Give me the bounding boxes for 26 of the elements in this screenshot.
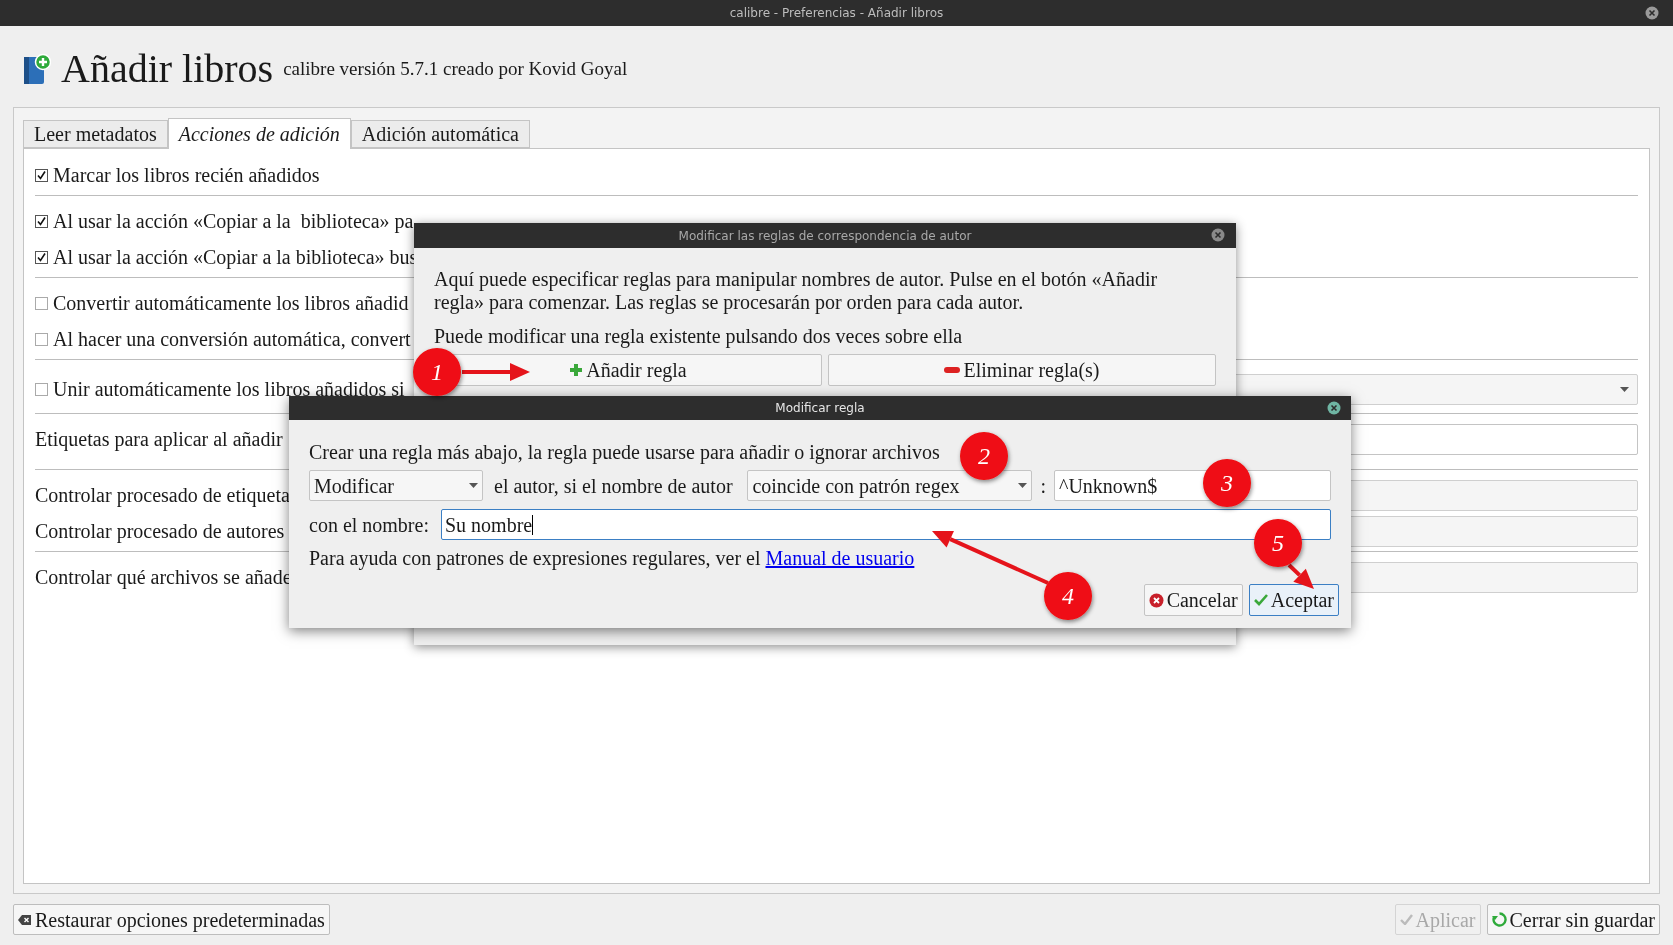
checkbox-label: Unir automáticamente los libros añadidos si: [53, 377, 405, 402]
step-callout: 3: [1203, 459, 1251, 507]
dialog-title: Modificar regla: [775, 400, 865, 417]
dialog-description: Crear una regla más abajo, la regla puede usarse para añadir o ignorar archivos: [309, 440, 940, 464]
step-callout: 4: [932, 530, 1092, 620]
option-label: Controlar qué archivos se añade: [35, 565, 292, 591]
window-title: calibre - Preferencias - Añadir libros: [729, 5, 944, 22]
checkbox-label: Al hacer una conversión automática, convert: [53, 327, 411, 352]
step-callout: 2: [960, 432, 1008, 480]
condition-label: el autor, si el nombre de autor: [494, 473, 733, 499]
dialog-hint: Puede modificar una regla existente pulsando dos veces sobre ella: [434, 325, 963, 348]
field-label: Etiquetas para aplicar al añadir: [35, 427, 283, 453]
checkbox-label: Al usar la acción «Copiar a la biblioteca» pa: [53, 209, 414, 235]
replace-label: con el nombre:: [309, 512, 429, 538]
separator-colon: :: [1040, 473, 1046, 499]
dialog-description: Aquí puede especificar reglas para manipular nombres de autor. Pulse en el botón «Añadir regla» para comenzar. Las reglas se procesarán por orden para cada autor.: [434, 268, 1159, 314]
checkbox-label: Marcar los libros recién añadidos: [53, 163, 320, 188]
page-title: Añadir libros: [61, 48, 274, 89]
dialog-title: Modificar las reglas de correspondencia de autor: [678, 227, 972, 245]
checkbox-label: Convertir automáticamente los libros añadid: [53, 291, 409, 316]
help-text: Para ayuda con patrones de expresiones regulares, ver el Manual de usuario: [309, 546, 915, 570]
version-text: calibre versión 5.7.1 creado por Kovid Goyal: [283, 57, 628, 82]
option-label: Controlar procesado de etiqueta: [35, 483, 290, 509]
step-callout: 5: [1254, 519, 1314, 589]
step-callout: 1: [413, 348, 530, 396]
option-label: Controlar procesado de autores: [35, 519, 285, 545]
